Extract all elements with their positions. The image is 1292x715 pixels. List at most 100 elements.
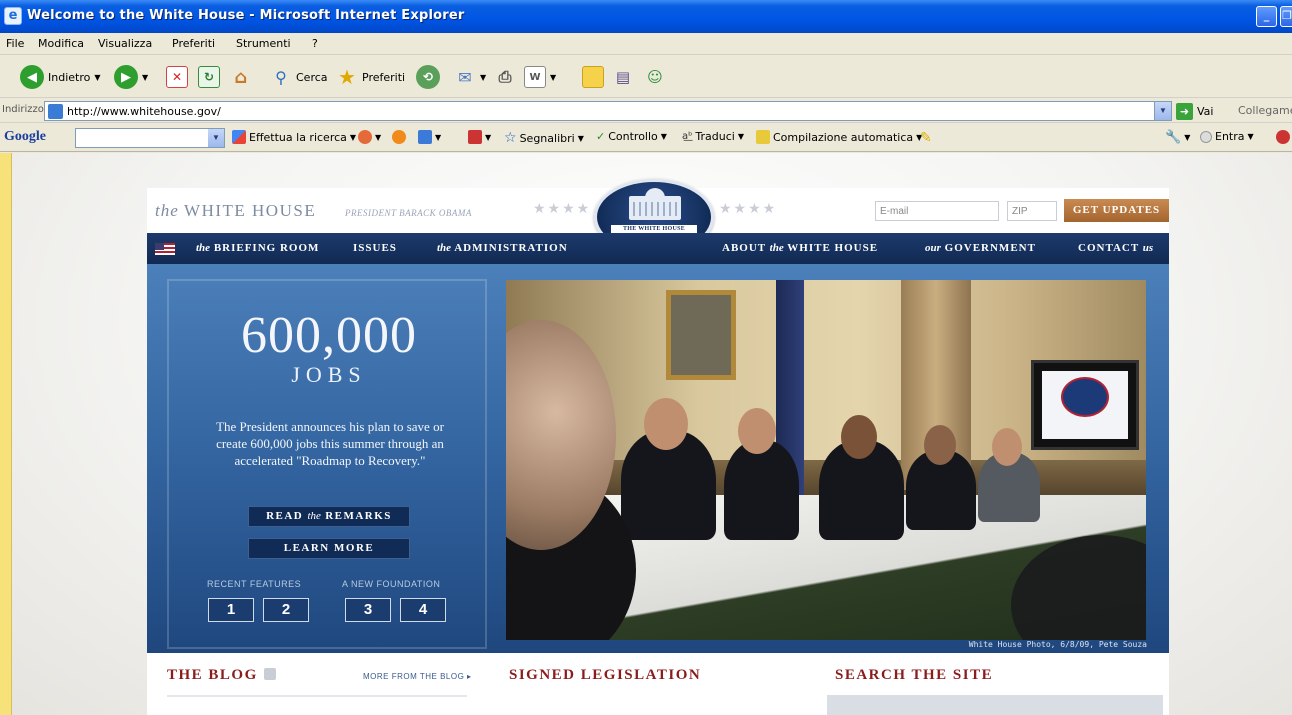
back-button[interactable]: ◀ Indietro ▼	[20, 63, 101, 91]
google-search-label: Effettua la ricerca	[249, 130, 347, 144]
wrench-icon: 🔧	[1165, 130, 1182, 145]
go-button[interactable]: ➜ Vai	[1176, 102, 1213, 120]
rss-icon[interactable]	[263, 668, 276, 680]
read-post: REMARKS	[325, 510, 392, 522]
ie-icon: e	[4, 7, 22, 25]
google-logo[interactable]: Google	[4, 129, 46, 145]
translate-icon: a͟ᵇ	[682, 131, 693, 142]
bookmarks-button[interactable]: ☆ Segnalibri ▼	[504, 130, 584, 146]
chevron-down-icon[interactable]: ▼	[208, 129, 224, 147]
minimize-button[interactable]: _	[1256, 6, 1277, 27]
google-toolbar: Google ▼ Effettua la ricerca ▼ ▼ ▼ ▼ ☆ S…	[0, 124, 1292, 152]
chevron-down-icon: ▼	[1184, 133, 1191, 142]
menu-preferiti[interactable]: Preferiti	[172, 37, 215, 50]
nav-briefing-room[interactable]: the BRIEFING ROOM	[196, 242, 319, 254]
home-button[interactable]: ⌂	[230, 63, 252, 91]
mail-button[interactable]: ✉ ▼	[454, 63, 486, 91]
read-remarks-button[interactable]: READ the REMARKS	[248, 506, 410, 527]
photo-mirror	[666, 290, 736, 380]
forward-button[interactable]: ▶ ▼	[114, 63, 148, 91]
restore-button[interactable]: ❐	[1280, 6, 1292, 27]
star-icon: ★	[338, 65, 356, 89]
stars-left: ★★★★	[533, 201, 592, 217]
autofill-button[interactable]: Compilazione automatica ▼	[756, 130, 922, 144]
get-updates-button[interactable]: GET UPDATES	[1064, 199, 1169, 222]
learn-more-button[interactable]: LEARN MORE	[248, 538, 410, 559]
edit-button[interactable]: W ▼	[524, 63, 556, 91]
nav-government[interactable]: our GOVERNMENT	[925, 242, 1036, 254]
photo-person-head	[992, 428, 1022, 466]
more-from-blog-link[interactable]: MORE FROM THE BLOG ▸	[363, 672, 472, 681]
feature-page-1[interactable]: 1	[208, 598, 254, 622]
nav-contact[interactable]: CONTACT us	[1078, 242, 1153, 254]
signin-button[interactable]: Entra ▼	[1200, 130, 1254, 143]
highlight-button[interactable]: ✎	[920, 130, 932, 146]
feature-page-3[interactable]: 3	[345, 598, 391, 622]
nav-administration[interactable]: the ADMINISTRATION	[437, 242, 568, 254]
research-button[interactable]: ▤	[612, 63, 634, 91]
photo-monitor-seal	[1061, 377, 1109, 417]
email-field[interactable]: E-mail	[875, 201, 999, 221]
word-icon: W	[524, 66, 546, 88]
menu-help[interactable]: ?	[312, 37, 318, 50]
links-label[interactable]: Collegamenti	[1238, 104, 1292, 117]
refresh-button[interactable]: ↻	[198, 63, 220, 91]
nav-about[interactable]: ABOUT the WHITE HOUSE	[722, 242, 878, 254]
nav-gov-label: GOVERNMENT	[944, 242, 1036, 254]
chevron-down-icon: ▼	[142, 72, 149, 82]
photo-person	[724, 440, 799, 540]
mail-icon: ✉	[458, 67, 472, 87]
spellcheck-button[interactable]: ✓ Controllo ▼	[596, 130, 667, 143]
search-button[interactable]: ⚲ Cerca	[270, 63, 327, 91]
menu-modifica[interactable]: Modifica	[38, 37, 84, 50]
stars-right: ★★★★	[719, 201, 778, 217]
nav-issues[interactable]: ISSUES	[353, 242, 397, 254]
favorites-button[interactable]: ★ Preferiti	[336, 63, 405, 91]
signed-legislation-title[interactable]: SIGNED LEGISLATION	[509, 667, 701, 684]
menu-visualizza[interactable]: Visualizza	[98, 37, 152, 50]
messenger-button[interactable]: ☺	[644, 63, 666, 91]
printer-icon: ⎙	[498, 67, 512, 86]
google-search-input[interactable]: ▼	[75, 128, 225, 148]
chevron-down-icon: ▼	[737, 132, 745, 141]
menu-strumenti[interactable]: Strumenti	[236, 37, 291, 50]
print-button[interactable]: ⎙	[494, 63, 516, 91]
popup-blocker-button[interactable]: ▼	[468, 130, 491, 144]
chevron-down-icon[interactable]: ▼	[1154, 102, 1171, 120]
forward-arrow-icon: ▶	[114, 65, 138, 89]
blog-divider	[167, 695, 467, 697]
standard-toolbar: ◀ Indietro ▼ ▶ ▼ ✕ ↻ ⌂ ⚲ Cerca ★ Preferi…	[0, 56, 1292, 98]
bottom-sections: THE BLOG MORE FROM THE BLOG ▸ SIGNED LEG…	[147, 653, 1169, 715]
google-search-button[interactable]: Effettua la ricerca ▼	[232, 130, 356, 144]
spellcheck-label: Controllo	[608, 130, 658, 143]
chevron-down-icon: ▼	[480, 72, 487, 82]
stop-button[interactable]: ✕	[166, 63, 188, 91]
address-input[interactable]: http://www.whitehouse.gov/ ▼	[44, 101, 1172, 121]
google-plus-button[interactable]: ▼	[418, 130, 441, 144]
address-url[interactable]: http://www.whitehouse.gov/	[67, 105, 221, 118]
menu-file[interactable]: File	[6, 37, 24, 50]
chevron-down-icon: ▼	[1247, 132, 1254, 141]
feature-page-4[interactable]: 4	[400, 598, 446, 622]
folder-button[interactable]	[582, 63, 604, 91]
nav-admin-the: the	[437, 242, 452, 254]
extra-button[interactable]	[1276, 130, 1290, 144]
blog-title[interactable]: THE BLOG	[167, 667, 276, 684]
translate-button[interactable]: a͟ᵇ Traduci ▼	[682, 130, 744, 143]
news-icon	[358, 130, 372, 144]
white-house-icon	[629, 188, 681, 220]
zip-field[interactable]: ZIP	[1007, 201, 1057, 221]
google-news-button[interactable]: ▼	[358, 130, 381, 144]
recent-features-label: RECENT FEATURES	[207, 579, 302, 589]
site-logo[interactable]: the WHITE HOUSE	[155, 201, 316, 221]
feature-page-2[interactable]: 2	[263, 598, 309, 622]
nav-admin-label: ADMINISTRATION	[454, 242, 568, 254]
history-button[interactable]: ⟲	[416, 63, 440, 91]
page-icon	[48, 104, 63, 119]
site-search-box[interactable]	[827, 695, 1163, 715]
google-spell-button[interactable]	[392, 130, 406, 144]
folder-icon	[582, 66, 604, 88]
hero-photo[interactable]	[506, 280, 1146, 640]
spellcheck-icon: ✓	[596, 130, 606, 143]
settings-button[interactable]: 🔧 ▼	[1165, 130, 1190, 145]
